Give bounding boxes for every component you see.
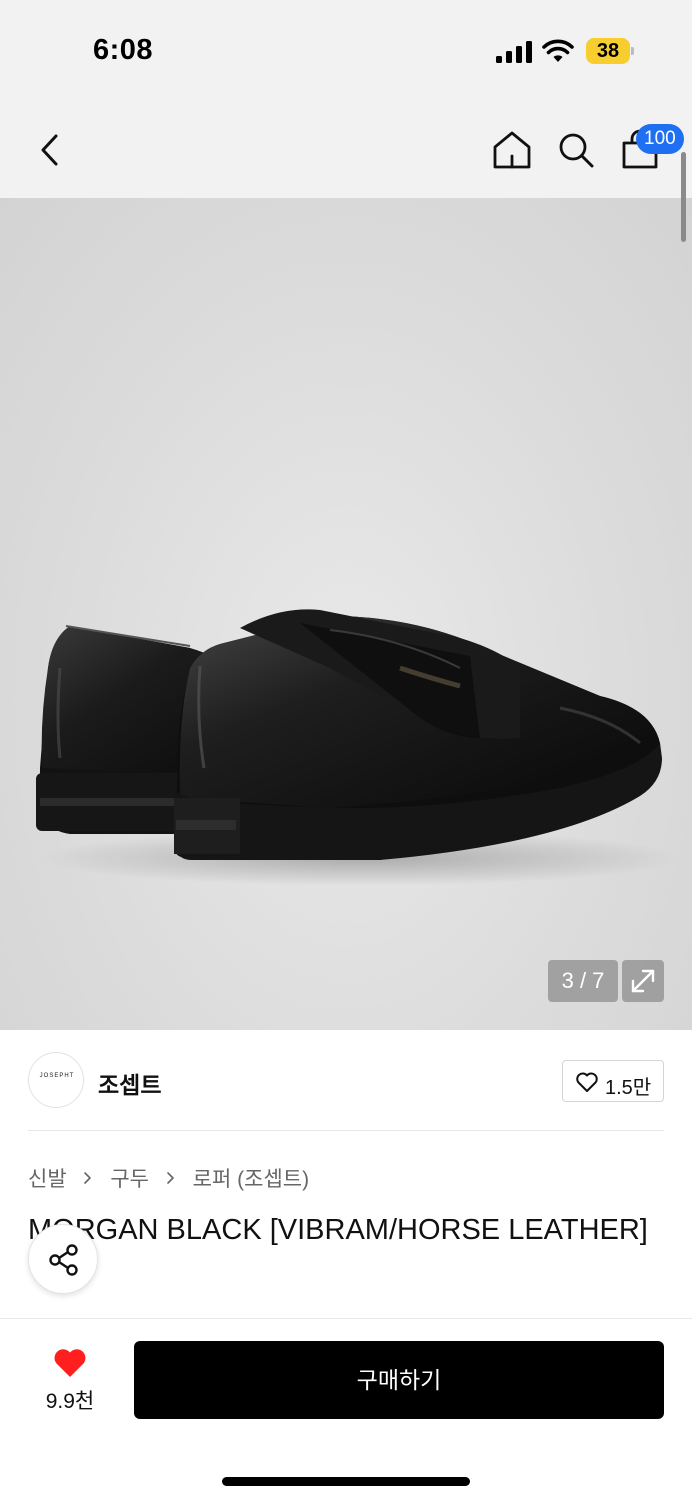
signal-icon (496, 41, 532, 63)
wifi-icon (542, 39, 574, 62)
chevron-right-icon (84, 1172, 92, 1184)
brand-like-count: 1.5만 (605, 1077, 652, 1099)
divider (28, 1130, 664, 1131)
back-icon[interactable] (30, 128, 70, 172)
breadcrumb: 신발 구두 로퍼 (조셉트) (28, 1163, 309, 1191)
like-button[interactable]: 9.9천 (28, 1343, 112, 1419)
home-icon[interactable] (490, 128, 534, 172)
product-image (36, 609, 680, 886)
like-count: 9.9천 (45, 1390, 95, 1413)
status-bar: 6:08 38 (0, 0, 692, 100)
status-time: 6:08 (93, 34, 154, 66)
brand-row[interactable]: JOSEPHT 조셉트 1.5만 (0, 1030, 692, 1130)
heart-filled-icon (54, 1349, 86, 1377)
battery-tip (631, 47, 634, 55)
heart-outline-icon (576, 1072, 598, 1092)
nav-bar: 100 (0, 100, 692, 198)
chevron-right-icon (167, 1172, 174, 1184)
breadcrumb-item-dress-shoes[interactable]: 구두 (110, 1163, 149, 1193)
battery-icon: 38 (586, 38, 634, 64)
scrollbar[interactable] (681, 152, 686, 242)
share-icon (49, 1244, 78, 1276)
product-gallery[interactable]: 3 / 7 (0, 198, 692, 1030)
battery-level: 38 (596, 40, 620, 62)
search-icon[interactable] (554, 128, 598, 172)
brand-logo-text: JOSEPHT (39, 1073, 75, 1079)
breadcrumb-item-loafers[interactable]: 로퍼 (조셉트) (193, 1163, 309, 1193)
cart-badge: 100 (636, 124, 684, 154)
image-counter: 3 / 7 (548, 960, 618, 1002)
brand-name[interactable]: 조셉트 (98, 1066, 161, 1100)
product-title: MORGAN BLACK [VIBRAM/HORSE LEATHER] (28, 1214, 648, 1246)
expand-icon[interactable] (622, 960, 664, 1002)
brand-logo[interactable]: JOSEPHT (28, 1052, 84, 1108)
bottom-action-bar: 9.9천 구매하기 (0, 1318, 692, 1500)
home-indicator (222, 1477, 470, 1486)
share-button[interactable] (28, 1224, 98, 1294)
breadcrumb-item-shoes[interactable]: 신발 (28, 1163, 67, 1193)
brand-like-button[interactable]: 1.5만 (562, 1060, 664, 1102)
buy-button[interactable]: 구매하기 (134, 1341, 664, 1419)
